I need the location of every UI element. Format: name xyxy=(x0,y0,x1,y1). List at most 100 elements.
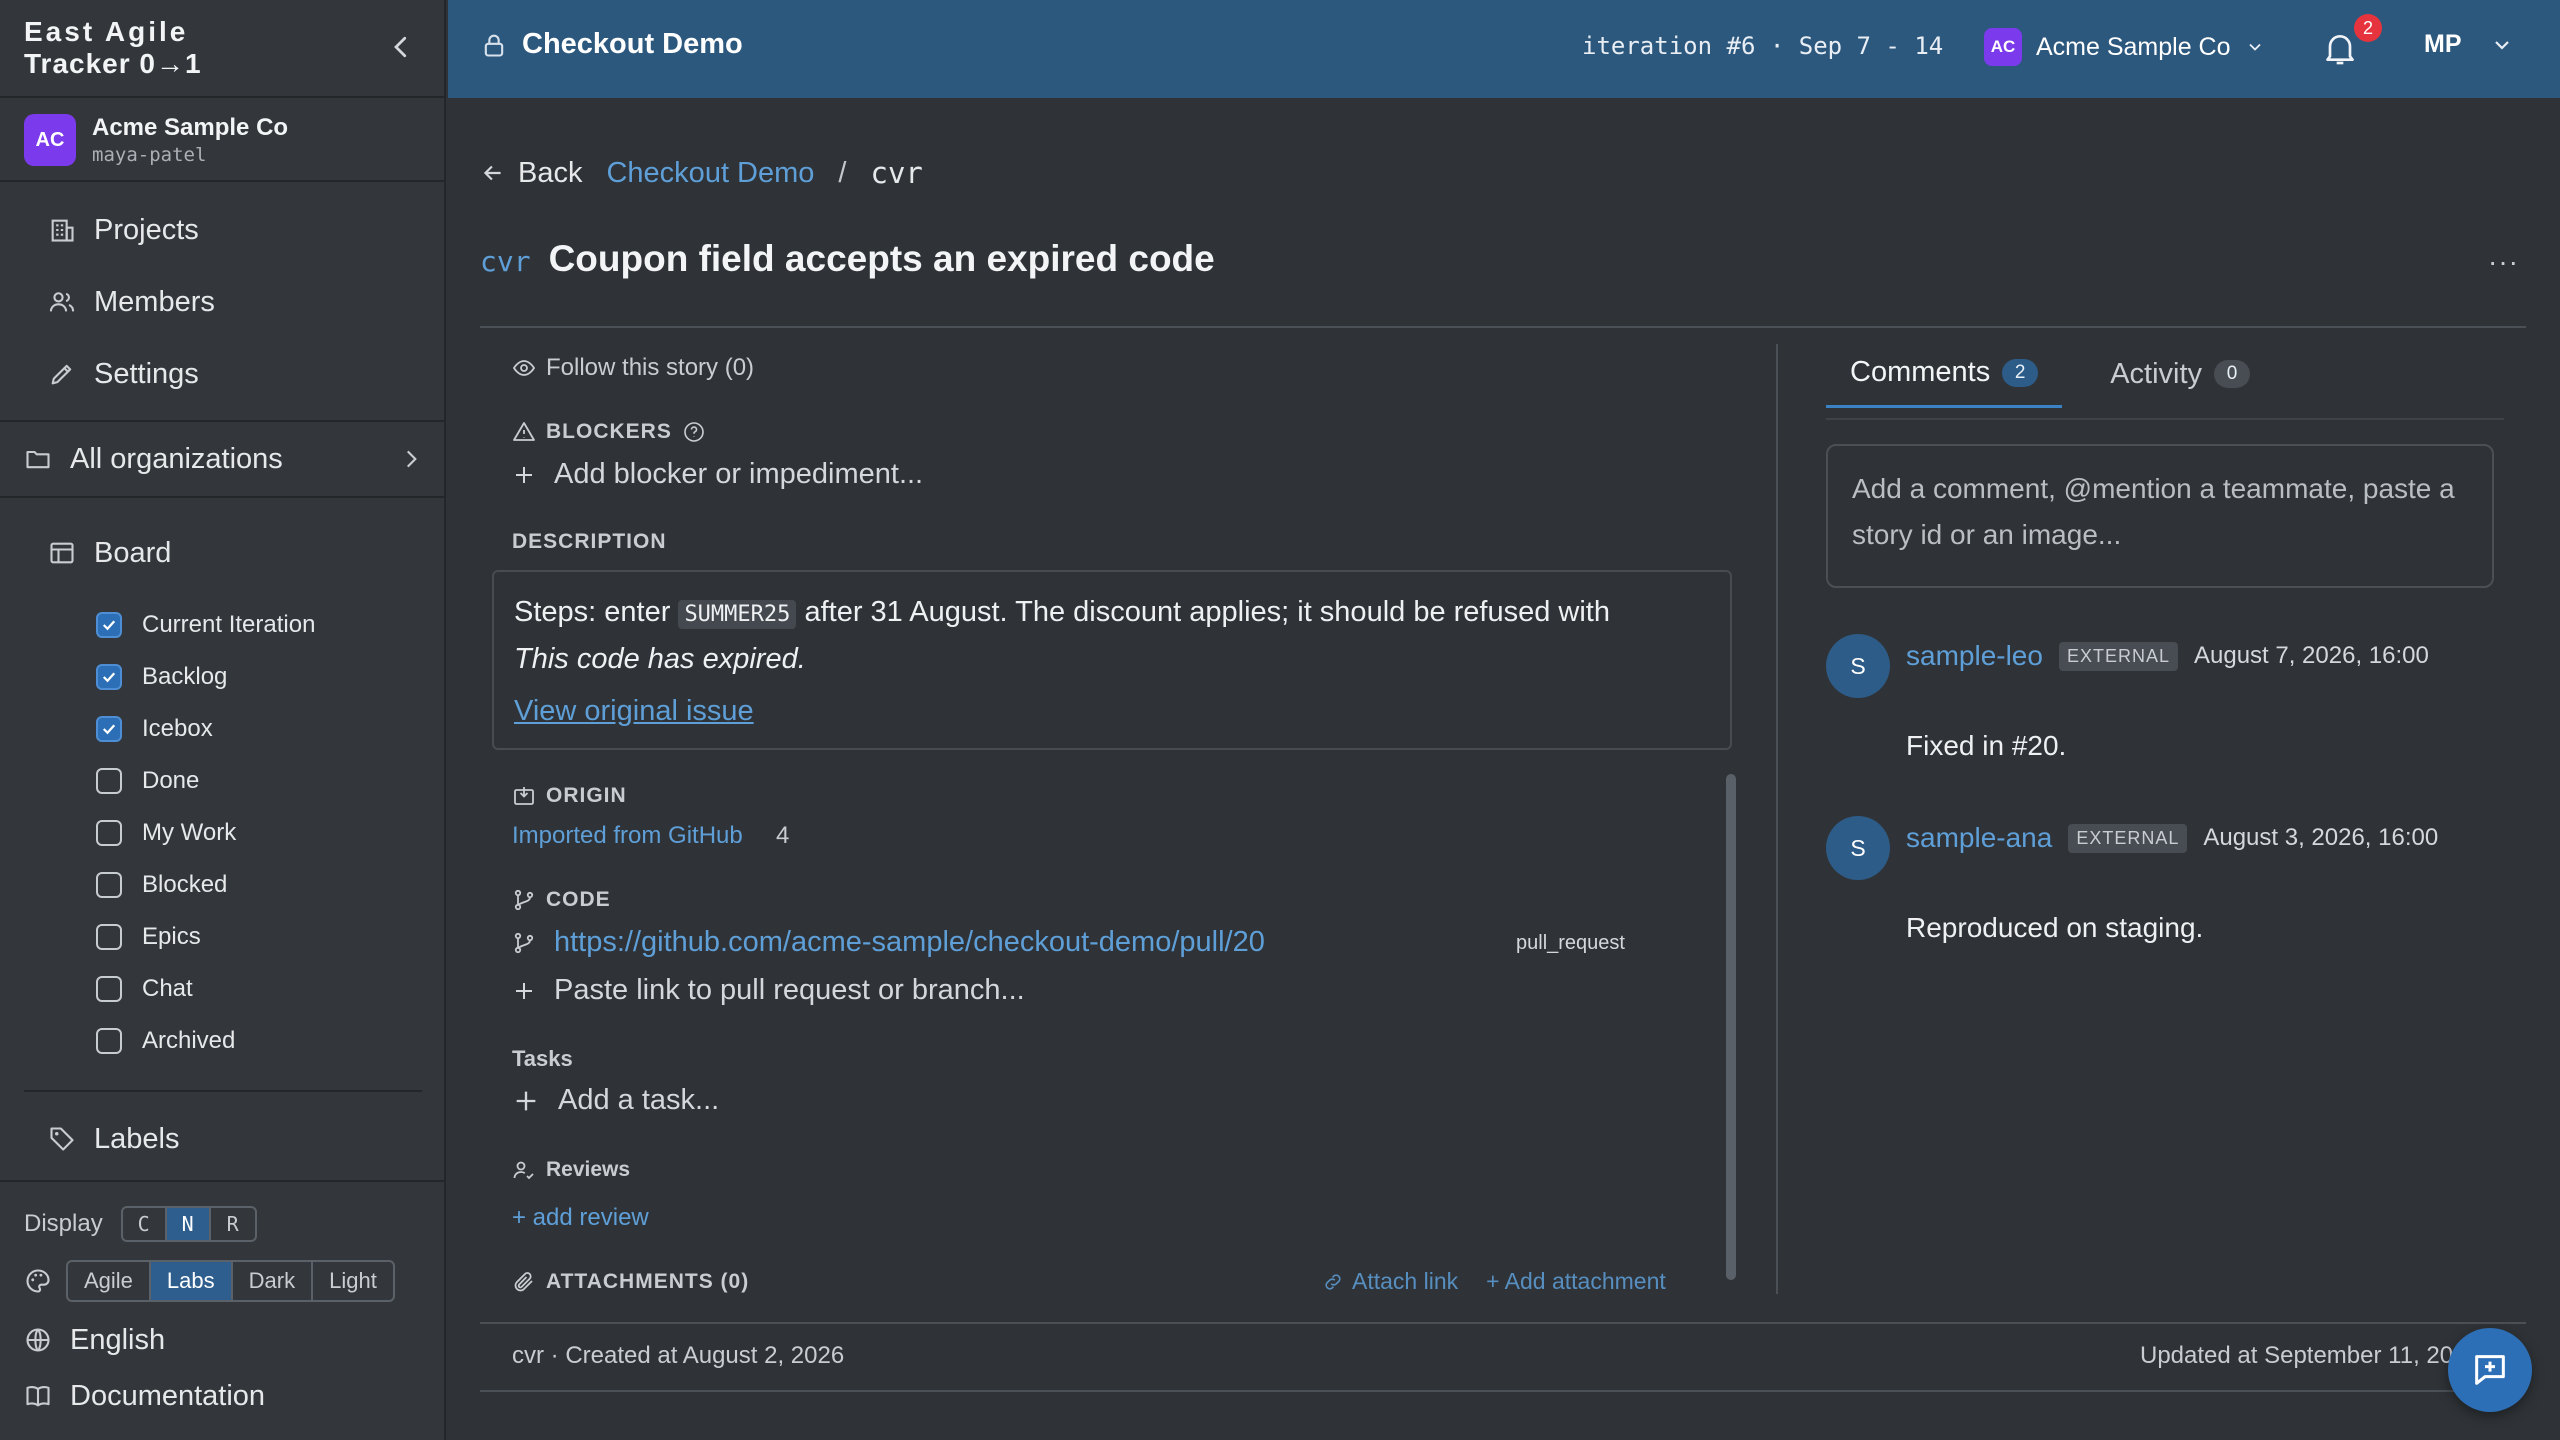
story-title-text[interactable]: Coupon field accepts an expired code xyxy=(549,238,1215,280)
nav-all-organizations[interactable]: All organizations xyxy=(24,434,424,484)
filter-backlog[interactable]: Backlog xyxy=(96,655,227,699)
filter-epics[interactable]: Epics xyxy=(96,915,201,959)
comment-input[interactable]: Add a comment, @mention a teammate, past… xyxy=(1826,444,2494,588)
project-title[interactable]: Checkout Demo xyxy=(480,28,743,61)
org-dropdown[interactable]: AC Acme Sample Co xyxy=(1984,28,2265,66)
check-icon xyxy=(102,672,116,683)
filter-label: My Work xyxy=(142,819,237,846)
tab-comments[interactable]: Comments 2 xyxy=(1826,356,2063,408)
add-blocker-button[interactable]: Add blocker or impediment... xyxy=(512,458,923,491)
origin-issue-number: 4 xyxy=(776,822,790,849)
chevron-right-icon xyxy=(406,450,417,468)
theme-option-light[interactable]: Light xyxy=(313,1262,393,1300)
nav-settings[interactable]: Settings xyxy=(48,349,199,399)
story-created-meta: cvr · Created at August 2, 2026 xyxy=(512,1342,845,1369)
nav-board[interactable]: Board xyxy=(48,528,171,578)
avatar[interactable]: S xyxy=(1826,816,1890,880)
documentation-link[interactable]: Documentation xyxy=(24,1374,265,1418)
description-body[interactable]: Steps: enter SUMMER25 after 31 August. T… xyxy=(492,570,1732,750)
notifications-button[interactable] xyxy=(2320,28,2360,68)
theme-option-dark[interactable]: Dark xyxy=(233,1262,314,1300)
divider xyxy=(0,496,446,498)
divider xyxy=(24,1090,422,1092)
filter-chat[interactable]: Chat xyxy=(96,967,193,1011)
checkbox-unchecked[interactable] xyxy=(96,1028,122,1054)
story-id[interactable]: cvr xyxy=(480,245,531,278)
filter-blocked[interactable]: Blocked xyxy=(96,863,227,907)
checkbox-checked[interactable] xyxy=(96,664,122,690)
user-menu[interactable]: MP xyxy=(2424,30,2514,59)
density-option-n[interactable]: N xyxy=(166,1208,211,1240)
nav-projects[interactable]: Projects xyxy=(48,205,199,255)
pull-request-link[interactable]: https://github.com/acme-sample/checkout-… xyxy=(512,926,1265,959)
collapse-sidebar-button[interactable] xyxy=(386,32,416,62)
paste-pr-link-button[interactable]: Paste link to pull request or branch... xyxy=(512,974,1025,1007)
attachments-label: ATTACHMENTS (0) xyxy=(546,1270,750,1293)
checkbox-unchecked[interactable] xyxy=(96,820,122,846)
view-original-issue-link[interactable]: View original issue xyxy=(514,695,754,727)
git-branch-icon xyxy=(514,889,534,911)
filter-current-iteration[interactable]: Current Iteration xyxy=(96,603,315,647)
divider xyxy=(0,420,446,422)
comment-body: Fixed in #20. xyxy=(1906,730,2067,761)
density-option-r[interactable]: R xyxy=(211,1208,255,1240)
checkbox-checked[interactable] xyxy=(96,716,122,742)
description-post: after 31 August. The discount applies; i… xyxy=(796,596,1610,628)
tabs-underline xyxy=(1826,418,2504,420)
nav-members-label: Members xyxy=(94,285,215,318)
checkbox-checked[interactable] xyxy=(96,612,122,638)
theme-option-labs[interactable]: Labs xyxy=(150,1262,233,1300)
nav-labels[interactable]: Labels xyxy=(48,1114,179,1164)
filter-archived[interactable]: Archived xyxy=(96,1019,235,1063)
globe-icon xyxy=(26,1328,50,1352)
follow-story-button[interactable]: Follow this story (0) xyxy=(512,354,754,382)
filter-label: Chat xyxy=(142,975,193,1002)
nav-settings-label: Settings xyxy=(94,357,199,390)
feedback-chat-button[interactable] xyxy=(2448,1328,2532,1412)
checkbox-unchecked[interactable] xyxy=(96,924,122,950)
checkbox-unchecked[interactable] xyxy=(96,872,122,898)
add-attachment-button[interactable]: + Add attachment xyxy=(1486,1268,1666,1295)
comment-tabs: Comments 2 Activity 0 xyxy=(1826,356,2274,408)
theme-option-agile[interactable]: Agile xyxy=(68,1262,151,1300)
back-button[interactable]: Back xyxy=(480,157,582,190)
palette-icon xyxy=(26,1269,50,1293)
filter-label: Epics xyxy=(142,923,201,950)
comment-author[interactable]: sample-ana xyxy=(1906,822,2052,854)
chevron-down-icon xyxy=(2494,40,2509,50)
display-label: Display xyxy=(24,1210,103,1237)
checkbox-unchecked[interactable] xyxy=(96,976,122,1002)
details-scrollbar[interactable] xyxy=(1726,774,1736,1280)
eye-icon xyxy=(512,360,536,376)
breadcrumb-project-link[interactable]: Checkout Demo xyxy=(606,157,814,190)
filter-my-work[interactable]: My Work xyxy=(96,811,236,855)
tasks-heading: Tasks xyxy=(512,1046,573,1071)
density-option-c[interactable]: C xyxy=(123,1208,167,1240)
help-icon[interactable] xyxy=(682,420,706,444)
filter-label: Current Iteration xyxy=(142,611,316,638)
check-icon xyxy=(102,724,116,735)
add-task-button[interactable]: Add a task... xyxy=(512,1084,719,1117)
add-review-button[interactable]: + add review xyxy=(512,1204,649,1232)
language-selector[interactable]: English xyxy=(24,1318,165,1362)
origin-link[interactable]: Imported from GitHub xyxy=(512,822,743,850)
avatar[interactable]: S xyxy=(1826,634,1890,698)
filter-icebox[interactable]: Icebox xyxy=(96,707,213,751)
filter-label: Done xyxy=(142,767,200,794)
code-link-type: pull_request xyxy=(1516,932,1625,954)
follow-label: Follow this story (0) xyxy=(546,354,755,381)
tab-activity[interactable]: Activity 0 xyxy=(2086,356,2274,408)
warning-icon xyxy=(513,422,535,441)
nav-members[interactable]: Members xyxy=(48,277,215,327)
description-link-row: View original issue xyxy=(514,689,1710,733)
org-switcher[interactable]: AC Acme Sample Co maya-patel xyxy=(0,100,446,182)
filter-done[interactable]: Done xyxy=(96,759,199,803)
iteration-info[interactable]: iteration #6 · Sep 7 - 14 xyxy=(1582,32,1943,60)
comment-author[interactable]: sample-leo xyxy=(1906,640,2043,672)
filter-label: Archived xyxy=(142,1027,236,1054)
project-name: Checkout Demo xyxy=(522,28,743,60)
more-options-button[interactable]: ··· xyxy=(2488,246,2519,278)
checkbox-unchecked[interactable] xyxy=(96,768,122,794)
arrow-left-icon xyxy=(483,165,501,181)
attach-link-button[interactable]: Attach link xyxy=(1322,1268,1458,1295)
